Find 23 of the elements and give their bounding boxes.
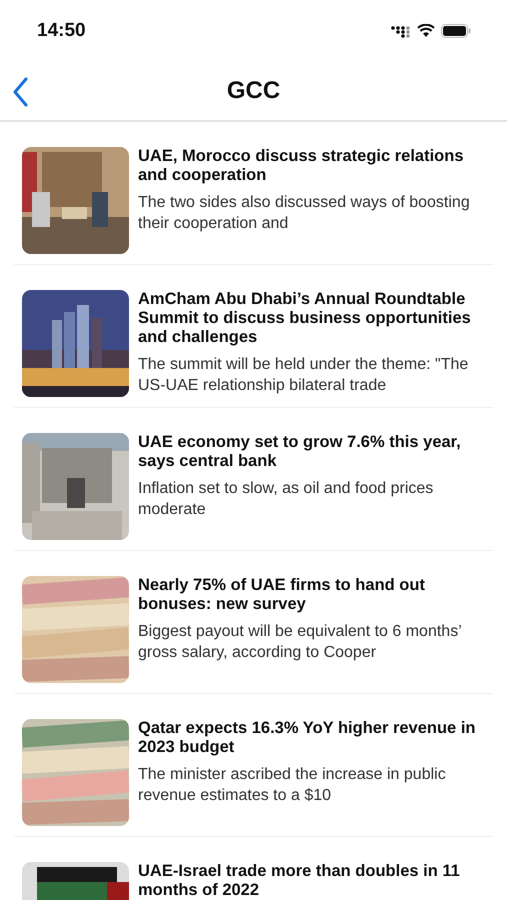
article-summary: The two sides also discussed ways of boosting their cooperation and (138, 193, 471, 234)
page-title: GCC (226, 77, 280, 105)
article-summary: The minister ascribed the increase in public revenue estimates to a $10 (138, 765, 447, 806)
chevron-left-icon (12, 77, 28, 107)
article-summary: Inflation set to slow, as oil and food prices moderate (138, 479, 434, 520)
article-summary: The summit will be held under the theme: "The US-UAE relationship bilateral trade (138, 355, 470, 396)
article-item[interactable]: UAE-Israel trade more than doubles in 11 months of 2022 (14, 837, 493, 900)
signal-icon (391, 24, 411, 38)
article-item[interactable]: Nearly 75% of UAE firms to hand out bonuses: new survey Biggest payout will be equivalent to 6 months’ gross salary, according to Cooper (14, 551, 493, 694)
battery-icon (441, 24, 471, 38)
article-summary: Biggest payout will be equivalent to 6 months’ gross salary, according to Cooper (138, 622, 462, 663)
status-time: 14:50 (37, 20, 86, 42)
article-item[interactable]: UAE economy set to grow 7.6% this year, says central bank Inflation set to slow, as oil and food prices moderate (14, 408, 493, 551)
article-title: Qatar expects 16.3% YoY higher revenue in 2023 budget (138, 719, 476, 757)
article-item[interactable]: AmCham Abu Dhabi’s Annual Roundtable Summit to discuss business opportunities and challenges The summit will be held under the theme: "The US-UAE relationship bilateral trade (14, 265, 493, 408)
article-title: UAE economy set to grow 7.6% this year, says central bank (138, 433, 462, 471)
article-title: UAE, Morocco discuss strategic relations and cooperation (138, 147, 465, 185)
article-title: AmCham Abu Dhabi’s Annual Roundtable Summit to discuss business opportunities and challenges (138, 290, 472, 347)
article-title: UAE-Israel trade more than doubles in 11 months of 2022 (138, 862, 461, 900)
article-item[interactable]: Qatar expects 16.3% YoY higher revenue in 2023 budget The minister ascribed the increase in public revenue estimates to a $10 (14, 694, 493, 837)
article-title: Nearly 75% of UAE firms to hand out bonuses: new survey (138, 576, 426, 614)
article-item[interactable]: UAE, Morocco discuss strategic relations and cooperation The two sides also discussed ways of boosting their cooperation and (14, 122, 493, 265)
wifi-icon (417, 24, 435, 38)
